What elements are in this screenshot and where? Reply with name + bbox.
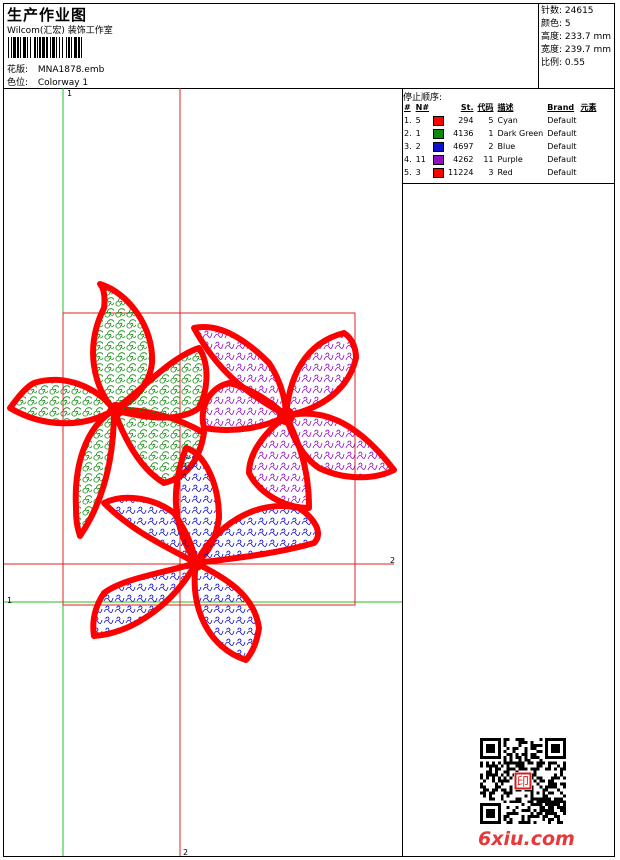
row-brand: Default [547,142,577,151]
panel-table-divider [402,183,615,184]
row-swatch [431,127,446,140]
watermark-logo: 6xiu.com [478,828,575,850]
row-needle: 2 [415,142,421,151]
petal [283,330,359,419]
row-brand: Default [547,129,577,138]
row-index: 4. [404,155,412,164]
page-title: 生产作业图 [7,6,88,24]
col-needle: N# [415,103,430,112]
row-index: 5. [404,168,412,177]
axis-label-h2: 2 [390,556,396,565]
row-needle: 1 [415,129,421,138]
row-index: 3. [404,142,412,151]
row-brand: Default [547,168,577,177]
row-stitches: 4136 [453,129,474,138]
row-code: 2 [488,142,494,151]
row-code: 11 [483,155,494,164]
colorway-label: 色位: [7,78,29,88]
table-row: 5. 3 11224 3 Red Default [402,166,599,179]
row-swatch [431,153,446,166]
company-name: Wilcom(汇宏) 装饰工作室 [7,26,113,36]
design-width: 宽度: 239.7 mm [541,45,612,55]
col-swatch [431,101,446,114]
row-element [579,127,599,140]
axis-label-h1: 1 [7,596,13,605]
row-element [579,153,599,166]
col-index: # [404,103,411,112]
table-row: 3. 2 4697 2 Blue Default [402,140,599,153]
row-brand: Default [547,116,577,125]
design-stats: 针数: 24615 颜色: 5 高度: 233.7 mm 宽度: 239.7 m… [541,5,611,70]
row-swatch [431,140,446,153]
col-description: 描述 [497,103,514,112]
qr-stamp: 印 [517,774,529,788]
flower-purple [191,324,397,511]
row-description: Red [497,168,513,177]
color-swatch [433,128,445,139]
row-description: Blue [497,142,516,151]
color-swatch [433,167,445,178]
petal [90,560,199,639]
row-needle: 3 [415,168,421,177]
row-element [579,114,599,127]
col-stitches: St. [460,103,474,112]
petal [191,560,262,663]
col-code: 代码 [477,103,494,112]
table-row: 4. 11 4262 11 Purple Default [402,153,599,166]
row-code: 5 [488,116,494,125]
stop-sequence-table: # N# St. 代码 描述 Brand 元素 1. 5 294 5 Cyan … [402,101,599,179]
row-element [579,140,599,153]
row-description: Dark Green [497,129,544,138]
col-brand: Brand [547,103,575,112]
flower-center [188,555,204,571]
design-file-row: 花版: MNA1878.emb [7,62,104,75]
row-swatch [431,114,446,127]
row-stitches: 11224 [448,168,474,177]
color-swatch [433,141,445,152]
row-description: Cyan [497,116,518,125]
colorway-row: 色位: Colorway 1 [7,75,88,88]
row-code: 3 [488,168,494,177]
petal [72,407,117,539]
row-stitches: 294 [458,116,474,125]
row-code: 1 [488,129,494,138]
row-index: 1. [404,116,412,125]
row-index: 2. [404,129,412,138]
row-brand: Default [547,155,577,164]
row-needle: 11 [415,155,426,164]
color-count: 颜色: 5 [541,19,571,29]
row-description: Purple [497,155,523,164]
design-label: 花版: [7,65,29,75]
stitch-count: 针数: 24615 [541,6,594,16]
row-element [579,166,599,179]
colorway-value: Colorway 1 [37,78,89,88]
color-swatch [433,115,445,126]
table-header-row: # N# St. 代码 描述 Brand 元素 [402,101,599,114]
flower-center [108,402,124,418]
axis-label-v2: 2 [183,848,189,857]
row-stitches: 4697 [453,142,474,151]
row-swatch [431,166,446,179]
barcode [8,37,82,58]
qr-code: 印 [480,738,566,824]
design-scale: 比例: 0.55 [541,58,585,68]
row-stitches: 4262 [453,155,474,164]
flower-center [277,407,295,425]
design-height: 高度: 233.7 mm [541,32,612,42]
table-row: 1. 5 294 5 Cyan Default [402,114,599,127]
embroidery-design-preview [4,88,402,856]
axis-label-v1: 1 [67,89,73,98]
stats-divider [538,3,539,88]
panel-divider [402,88,403,857]
row-needle: 5 [415,116,421,125]
col-element: 元素 [580,103,597,112]
table-row: 2. 1 4136 1 Dark Green Default [402,127,599,140]
design-filename: MNA1878.emb [37,65,105,75]
color-swatch [433,154,445,165]
